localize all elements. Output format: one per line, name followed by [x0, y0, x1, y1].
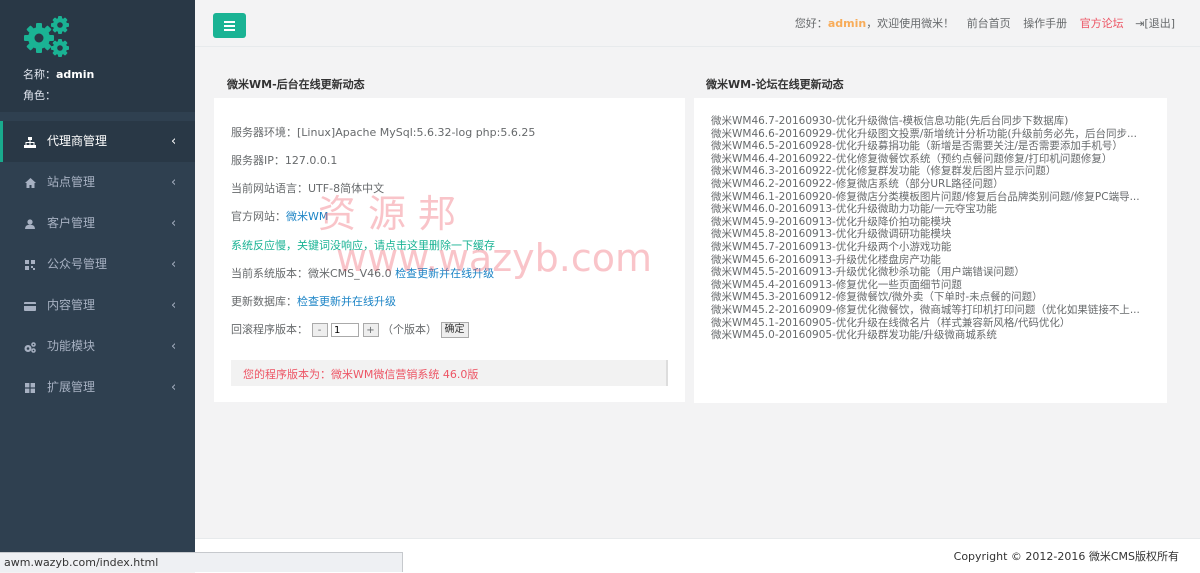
- forum-update-item[interactable]: 微米WM46.0-20160913-优化升级微助力功能/一元夺宝功能: [711, 203, 1151, 216]
- top-navbar: 您好：admin，欢迎使用微米！ 前台首页 操作手册 官方论坛 ⇥[退出]: [195, 0, 1200, 47]
- forum-update-item[interactable]: 微米WM45.6-20160913-升级优化楼盘房产功能: [711, 254, 1151, 267]
- greeting-suffix: ，欢迎使用微米！: [866, 17, 955, 30]
- database-update-link[interactable]: 检查更新并在线升级: [297, 295, 396, 308]
- rollback-version-input[interactable]: [331, 323, 359, 337]
- gears-logo-icon: [24, 16, 69, 57]
- sidebar-item-site-management[interactable]: 站点管理 ‹: [0, 162, 195, 203]
- chevron-left-icon: ‹: [171, 175, 177, 190]
- top-right-links: 您好：admin，欢迎使用微米！ 前台首页 操作手册 官方论坛 ⇥[退出]: [795, 15, 1175, 31]
- version-alert: 您的程序版本为：微米WM微信营销系统 46.0版: [231, 360, 668, 386]
- forum-update-item[interactable]: 微米WM45.8-20160913-优化升级微调研功能模块: [711, 228, 1151, 241]
- official-forum-link[interactable]: 官方论坛: [1080, 17, 1124, 30]
- menu-toggle-button[interactable]: [213, 13, 246, 38]
- increment-button[interactable]: +: [362, 323, 379, 337]
- watermark-url: www.wazyb.com: [336, 236, 652, 280]
- rollback-row: 回滚程序版本： - + （个版本） 确定: [231, 321, 469, 338]
- chevron-left-icon: ‹: [171, 134, 177, 149]
- database-update-row: 更新数据库：检查更新并在线升级: [231, 295, 396, 308]
- server-env-row: 服务器环境：[Linux]Apache MySql:5.6.32-log php…: [231, 126, 536, 139]
- sidebar-item-extension-management[interactable]: 扩展管理 ‹: [0, 367, 195, 408]
- chevron-left-icon: ‹: [171, 257, 177, 272]
- server-ip-row: 服务器IP：127.0.0.1: [231, 154, 338, 167]
- qrcode-icon: [24, 244, 36, 285]
- forum-update-item[interactable]: 微米WM45.4-20160913-修复优化一些页面细节问题: [711, 279, 1151, 292]
- greeting-prefix: 您好：: [794, 17, 828, 30]
- decrement-button[interactable]: -: [311, 323, 328, 337]
- sitemap-icon: [24, 121, 36, 162]
- forum-update-item[interactable]: 微米WM46.7-20160930-优化升级微信-模板信息功能(先后台同步下数据…: [711, 115, 1151, 128]
- right-panel-title: 微米WM-论坛在线更新动态: [706, 78, 844, 91]
- sidebar-item-agent-management[interactable]: 代理商管理 ‹: [0, 121, 195, 162]
- forum-update-item[interactable]: 微米WM46.5-20160928-优化升级募捐功能（新增是否需要关注/是否需要…: [711, 140, 1151, 153]
- chevron-left-icon: ‹: [171, 216, 177, 231]
- th-large-icon: [24, 367, 36, 408]
- forum-update-list: 微米WM46.7-20160930-优化升级微信-模板信息功能(先后台同步下数据…: [711, 115, 1151, 342]
- forum-update-item[interactable]: 微米WM46.1-20160920-修复微店分类模板图片问题/修复后台品牌类别问…: [711, 191, 1151, 204]
- sidebar-item-customer-management[interactable]: 客户管理 ‹: [0, 203, 195, 244]
- profile-name: 名称：admin: [23, 68, 95, 81]
- sidebar-menu: 代理商管理 ‹ 站点管理 ‹ 客户管理 ‹ 公众号管理 ‹ 内容管理 ‹ 功能模…: [0, 121, 195, 408]
- status-url: awm.wazyb.com/index.html: [4, 556, 159, 569]
- forum-update-item[interactable]: 微米WM45.0-20160905-优化升级群发功能/升级微商城系统: [711, 329, 1151, 342]
- forum-update-item[interactable]: 微米WM45.5-20160913-升级优化微秒杀功能（用户端错误问题）: [711, 266, 1151, 279]
- browser-status-bar: awm.wazyb.com/index.html: [0, 552, 403, 572]
- forum-update-item[interactable]: 微米WM46.6-20160929-优化升级图文投票/新增统计分析功能(升级前务…: [711, 128, 1151, 141]
- user-icon: [24, 203, 36, 244]
- chevron-left-icon: ‹: [171, 298, 177, 313]
- forum-update-item[interactable]: 微米WM45.7-20160913-优化升级两个小游戏功能: [711, 241, 1151, 254]
- forum-update-item[interactable]: 微米WM45.9-20160913-优化升级降价拍功能模块: [711, 216, 1151, 229]
- sidebar-item-official-account-management[interactable]: 公众号管理 ‹: [0, 244, 195, 285]
- sidebar-item-function-modules[interactable]: 功能模块 ‹: [0, 326, 195, 367]
- frontend-home-link[interactable]: 前台首页: [967, 17, 1011, 30]
- copyright: Copyright © 2012-2016 微米CMS版权所有: [953, 550, 1179, 563]
- forum-update-item[interactable]: 微米WM45.3-20160912-修复微餐饮/微外卖（下单时-未点餐的问题）: [711, 291, 1151, 304]
- left-panel-title: 微米WM-后台在线更新动态: [227, 78, 365, 91]
- sidebar: 名称：admin 角色： 代理商管理 ‹ 站点管理 ‹ 客户管理 ‹ 公众号管理…: [0, 0, 195, 572]
- rollback-confirm-button[interactable]: 确定: [440, 322, 469, 338]
- forum-update-item[interactable]: 微米WM46.4-20160922-优化修复微餐饮系统（预约点餐问题修复/打印机…: [711, 153, 1151, 166]
- forum-update-item[interactable]: 微米WM45.2-20160909-修复优化微餐饮，微商城等打印机打印问题（优化…: [711, 304, 1151, 317]
- logout-link[interactable]: ⇥[退出]: [1135, 17, 1175, 30]
- chevron-left-icon: ‹: [171, 339, 177, 354]
- official-site-row: 官方网站：微米WM: [231, 210, 329, 223]
- manual-link[interactable]: 操作手册: [1023, 17, 1067, 30]
- username: admin: [827, 17, 867, 30]
- sidebar-item-content-management[interactable]: 内容管理 ‹: [0, 285, 195, 326]
- home-icon: [24, 162, 36, 203]
- credit-card-icon: [24, 285, 36, 326]
- cogs-icon: [24, 326, 36, 367]
- forum-update-panel: 微米WM46.7-20160930-优化升级微信-模板信息功能(先后台同步下数据…: [694, 98, 1167, 403]
- forum-update-item[interactable]: 微米WM46.2-20160922-修复微店系统（部分URL路径问题）: [711, 178, 1151, 191]
- sidebar-profile: 名称：admin 角色：: [0, 0, 195, 112]
- chevron-left-icon: ‹: [171, 380, 177, 395]
- watermark-logo-text: 资源邦: [318, 192, 469, 236]
- forum-update-item[interactable]: 微米WM46.3-20160922-优化修复群发功能（修复群发后图片显示问题）: [711, 165, 1151, 178]
- profile-role: 角色：: [23, 89, 56, 102]
- forum-update-item[interactable]: 微米WM45.1-20160905-优化升级在线微名片（样式兼容新风格/代码优化…: [711, 317, 1151, 330]
